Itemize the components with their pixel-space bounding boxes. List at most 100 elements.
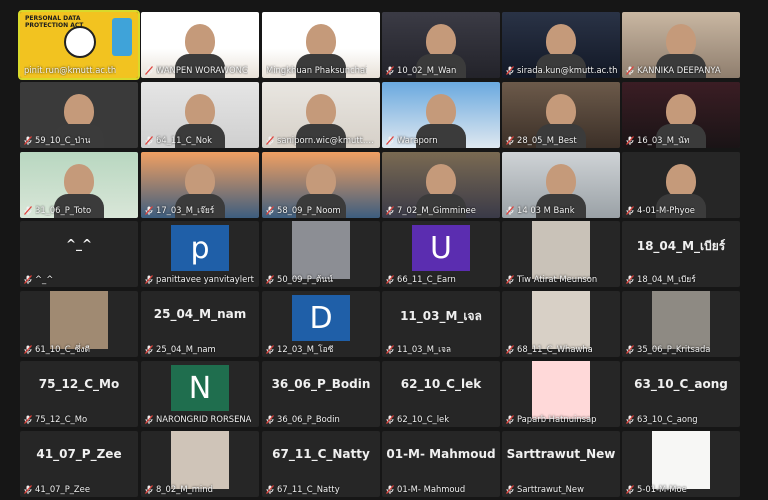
participant-tile[interactable]: U 66_11_C_Earn (382, 221, 500, 287)
participant-tile[interactable]: saniporn.wic@kmutt.a... (262, 82, 380, 148)
participant-display-name: 36_06_P_Bodin (271, 377, 371, 391)
participant-tile[interactable]: 50_09_P_ต้นน์ (262, 221, 380, 287)
participant-tile[interactable]: 18_04_M_เบียร์ 18_04_M_เบียร์ (622, 221, 740, 287)
participant-tile[interactable]: 7_02_M_Gimminee (382, 152, 500, 218)
participant-tile[interactable]: N NARONGRID RORSENA (141, 361, 259, 427)
participant-tile[interactable]: WANPEN WORAWONG (141, 12, 259, 78)
participant-name-label: 28_05_M_Best (506, 134, 618, 146)
participant-tile[interactable]: 17_03_M_เจ๊ยร์ (141, 152, 259, 218)
participant-tile[interactable]: Mingkhuan Phaksunchai (262, 12, 380, 78)
participant-gallery: PERSONAL DATA PROTECTION ACT pinit.run@kmu… (0, 0, 768, 500)
participant-name: Sarttrawut_New (517, 484, 584, 494)
microphone-muted-icon (626, 205, 634, 215)
participant-name: 75_12_C_Mo (35, 414, 88, 424)
participant-name: 50_09_P_ต้นน์ (277, 274, 333, 284)
participant-name: 5-01-M-Moe (637, 484, 687, 494)
microphone-muted-icon (266, 484, 274, 494)
participant-tile[interactable]: 14 03 M Bank (502, 152, 620, 218)
participant-tile[interactable]: 75_12_C_Mo 75_12_C_Mo (20, 361, 138, 427)
participant-name-label: pinit.run@kmutt.ac.th (24, 64, 136, 76)
participant-name: 12_03_M_โอซี (277, 344, 334, 354)
participant-tile[interactable]: p panittavee yanvitaylert (141, 221, 259, 287)
profile-photo (292, 221, 350, 279)
participant-name-label: 14 03 M Bank (506, 204, 618, 216)
participant-tile[interactable]: 62_10_C_lek 62_10_C_lek (382, 361, 500, 427)
participant-name-label: 5-01-M-Moe (626, 483, 738, 495)
participant-name-label: 01-M- Mahmoud (386, 483, 498, 495)
avatar-initial: D (292, 295, 350, 341)
participant-name-label: 66_11_C_Earn (386, 273, 498, 285)
participant-tile[interactable]: 11_03_M_เจล 11_03_M_เจล (382, 291, 500, 357)
participant-tile[interactable]: 67_11_C_Natty 67_11_C_Natty (262, 431, 380, 497)
participant-tile[interactable]: 63_10_C_aong 63_10_C_aong (622, 361, 740, 427)
participant-tile[interactable]: 16_03_M_นัท (622, 82, 740, 148)
participant-tile[interactable]: 58_09_P_Noom (262, 152, 380, 218)
microphone-muted-icon (626, 344, 634, 354)
profile-photo (532, 291, 590, 349)
participant-name-label: 7_02_M_Gimminee (386, 204, 498, 216)
participant-tile[interactable]: 8_02_M_mind (141, 431, 259, 497)
participant-name: 8_02_M_mind (156, 484, 213, 494)
microphone-muted-icon (386, 484, 394, 494)
microphone-muted-icon (24, 414, 32, 424)
participant-tile[interactable]: Paparb Hatnuinsap (502, 361, 620, 427)
microphone-muted-icon (145, 274, 153, 284)
participant-name: 63_10_C_aong (637, 414, 698, 424)
microphone-muted-icon (24, 344, 32, 354)
participant-name: 66_11_C_Earn (397, 274, 456, 284)
participant-tile[interactable]: ^_^ ^_^ (20, 221, 138, 287)
participant-name-label: 16_03_M_นัท (626, 134, 738, 146)
participant-name: 10_02_M_Wan (397, 65, 457, 75)
avatar-initial: N (171, 365, 229, 411)
participant-tile[interactable]: KANNIKA DEEPANYA (622, 12, 740, 78)
participant-tile[interactable]: 36_06_P_Bodin 36_06_P_Bodin (262, 361, 380, 427)
participant-tile[interactable]: 31_06_P_Toto (20, 152, 138, 218)
microphone-muted-icon (506, 205, 514, 215)
participant-tile[interactable]: 01-M- Mahmoud 01-M- Mahmoud (382, 431, 500, 497)
participant-display-name: 25_04_M_nam (153, 307, 247, 321)
microphone-muted-icon (386, 65, 394, 75)
participant-tile[interactable]: 68_11_C_Whawha (502, 291, 620, 357)
participant-tile[interactable]: Sarttrawut_New Sarttrawut_New (502, 431, 620, 497)
participant-display-name: 01-M- Mahmoud (386, 447, 496, 461)
participant-name: NARONGRID RORSENA (156, 414, 252, 424)
participant-tile[interactable]: D 12_03_M_โอซี (262, 291, 380, 357)
participant-name: 58_09_P_Noom (277, 205, 341, 215)
participant-tile[interactable]: 35_06_P_Kritsada (622, 291, 740, 357)
participant-tile[interactable]: 25_04_M_nam 25_04_M_nam (141, 291, 259, 357)
microphone-muted-icon (506, 344, 514, 354)
participant-tile[interactable]: 59_10_C_ป่าน (20, 82, 138, 148)
participant-tile[interactable]: 61_10_C_ซึ่งตี (20, 291, 138, 357)
microphone-muted-icon (24, 205, 32, 215)
participant-tile[interactable]: 4-01-M-Phyoe (622, 152, 740, 218)
microphone-muted-icon (145, 484, 153, 494)
blank-video (652, 431, 710, 489)
participant-display-name: 63_10_C_aong (634, 377, 728, 391)
participant-tile[interactable]: 41_07_P_Zee 41_07_P_Zee (20, 431, 138, 497)
microphone-muted-icon (145, 65, 153, 75)
microphone-muted-icon (386, 135, 394, 145)
participant-name: pinit.run@kmutt.ac.th (24, 65, 117, 75)
microphone-muted-icon (626, 65, 634, 75)
participant-tile[interactable]: 64_11_C_Nok (141, 82, 259, 148)
participant-tile[interactable]: Tiw Atirat Meunson (502, 221, 620, 287)
participant-display-name: 11_03_M_เจล (400, 309, 482, 323)
participant-tile[interactable]: 10_02_M_Wan (382, 12, 500, 78)
participant-tile[interactable]: 28_05_M_Best (502, 82, 620, 148)
participant-name: Waraporn (397, 135, 438, 145)
participant-name: 35_06_P_Kritsada (637, 344, 711, 354)
participant-tile[interactable]: sirada.kun@kmutt.ac.th (502, 12, 620, 78)
participant-name-label: 31_06_P_Toto (24, 204, 136, 216)
participant-name-label: ^_^ (24, 273, 136, 285)
participant-tile[interactable]: 5-01-M-Moe (622, 431, 740, 497)
participant-tile[interactable]: Waraporn (382, 82, 500, 148)
participant-name: 01-M- Mahmoud (397, 484, 466, 494)
participant-name: Paparb Hatnuinsap (517, 414, 597, 424)
microphone-muted-icon (266, 205, 274, 215)
participant-name-label: 59_10_C_ป่าน (24, 134, 136, 146)
participant-display-name: 41_07_P_Zee (36, 447, 122, 461)
microphone-muted-icon (266, 414, 274, 424)
participant-tile[interactable]: PERSONAL DATA PROTECTION ACT pinit.run@kmu… (18, 10, 140, 80)
participant-display-name: 75_12_C_Mo (38, 377, 120, 391)
microphone-muted-icon (266, 135, 274, 145)
